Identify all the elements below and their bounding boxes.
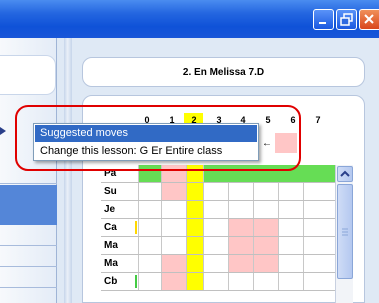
timetable-row: Je bbox=[101, 201, 335, 219]
empty-cell[interactable] bbox=[253, 201, 278, 218]
left-row-divider bbox=[0, 266, 57, 267]
timetable-row: Su bbox=[101, 183, 335, 201]
left-row-divider bbox=[0, 245, 57, 246]
empty-cell[interactable] bbox=[278, 255, 303, 272]
empty-cell[interactable] bbox=[138, 237, 161, 254]
empty-cell[interactable] bbox=[253, 183, 278, 200]
empty-cell[interactable] bbox=[203, 255, 228, 272]
day-label: Ma bbox=[104, 258, 118, 269]
blocked-cell[interactable] bbox=[161, 165, 186, 182]
context-menu: Suggested moves Change this lesson: G Er… bbox=[33, 123, 259, 161]
empty-cell[interactable] bbox=[203, 273, 228, 290]
empty-cell[interactable] bbox=[228, 183, 253, 200]
empty-cell[interactable] bbox=[278, 183, 303, 200]
timetable-row: Ca bbox=[101, 219, 335, 237]
blocked-cell[interactable] bbox=[228, 219, 253, 236]
day-label: Ma bbox=[104, 240, 118, 251]
empty-cell[interactable] bbox=[138, 273, 161, 290]
empty-cell[interactable] bbox=[278, 273, 303, 290]
empty-cell[interactable] bbox=[303, 255, 335, 272]
empty-cell[interactable] bbox=[138, 219, 161, 236]
empty-cell[interactable] bbox=[228, 273, 253, 290]
chevron-up-icon bbox=[340, 170, 350, 177]
empty-cell[interactable] bbox=[278, 201, 303, 218]
day-label: Cb bbox=[104, 276, 118, 287]
highlighted-cell[interactable] bbox=[186, 183, 203, 200]
move-arrow-icon: ← bbox=[262, 138, 272, 149]
empty-cell[interactable] bbox=[278, 219, 303, 236]
timetable-row: Ma bbox=[101, 255, 335, 273]
blocked-cell[interactable] bbox=[228, 237, 253, 254]
empty-cell[interactable] bbox=[278, 237, 303, 254]
empty-cell[interactable] bbox=[303, 219, 335, 236]
timetable-row: Cb bbox=[101, 273, 335, 291]
lesson-cell[interactable] bbox=[138, 165, 161, 182]
blocked-cell[interactable] bbox=[228, 255, 253, 272]
restore-button[interactable] bbox=[336, 9, 357, 30]
class-title: 2. En Melissa 7.D bbox=[182, 66, 265, 78]
blocked-cell[interactable] bbox=[253, 219, 278, 236]
highlighted-cell[interactable] bbox=[186, 165, 203, 182]
grip-icon bbox=[342, 228, 348, 236]
blocked-cell[interactable] bbox=[161, 255, 186, 272]
day-label: Je bbox=[104, 204, 116, 215]
menu-item-suggested-moves[interactable]: Suggested moves bbox=[35, 125, 257, 142]
empty-cell[interactable] bbox=[203, 237, 228, 254]
day-label: Pa bbox=[104, 168, 117, 179]
highlighted-cell[interactable] bbox=[186, 255, 203, 272]
empty-cell[interactable] bbox=[253, 273, 278, 290]
lesson-cell[interactable] bbox=[203, 165, 335, 182]
blocked-cell[interactable] bbox=[253, 255, 278, 272]
lesson-marker bbox=[135, 275, 137, 288]
empty-cell[interactable] bbox=[203, 183, 228, 200]
period-number: 6 bbox=[290, 115, 296, 125]
empty-cell[interactable] bbox=[138, 183, 161, 200]
close-icon bbox=[364, 14, 374, 24]
timetable-row: Pa bbox=[101, 165, 335, 183]
highlighted-cell[interactable] bbox=[186, 201, 203, 218]
empty-cell[interactable] bbox=[203, 201, 228, 218]
timetable-row: Ma bbox=[101, 237, 335, 255]
empty-cell[interactable] bbox=[303, 273, 335, 290]
left-row-divider bbox=[0, 183, 57, 184]
window-titlebar bbox=[0, 0, 379, 38]
scroll-up-button[interactable] bbox=[337, 166, 353, 182]
blocked-cell[interactable] bbox=[253, 237, 278, 254]
empty-cell[interactable] bbox=[138, 255, 161, 272]
empty-cell[interactable] bbox=[303, 201, 335, 218]
minimize-icon bbox=[319, 22, 326, 24]
left-row-divider bbox=[0, 287, 57, 288]
empty-cell[interactable] bbox=[303, 237, 335, 254]
empty-cell[interactable] bbox=[161, 201, 186, 218]
left-panel-header bbox=[0, 55, 56, 95]
menu-item-change-lesson[interactable]: Change this lesson: G Er Entire class bbox=[35, 143, 257, 160]
highlighted-cell[interactable] bbox=[186, 273, 203, 290]
minimize-button[interactable] bbox=[313, 9, 334, 30]
blocked-cell bbox=[275, 133, 297, 153]
empty-cell[interactable] bbox=[303, 183, 335, 200]
class-title-tab[interactable]: 2. En Melissa 7.D bbox=[82, 57, 365, 87]
empty-cell[interactable] bbox=[228, 201, 253, 218]
empty-cell[interactable] bbox=[161, 219, 186, 236]
empty-cell[interactable] bbox=[203, 219, 228, 236]
panel-splitter[interactable] bbox=[64, 38, 72, 303]
restore-icon bbox=[340, 13, 353, 26]
period-number: 5 bbox=[265, 115, 271, 125]
period-number: 7 bbox=[315, 115, 321, 125]
lesson-marker bbox=[135, 221, 137, 234]
timetable-grid: Pa Su Je Ca Ma Ma Cb bbox=[101, 165, 335, 291]
day-label: Ca bbox=[104, 222, 117, 233]
blocked-cell[interactable] bbox=[161, 273, 186, 290]
expand-arrow-icon[interactable] bbox=[0, 127, 6, 135]
day-label: Su bbox=[104, 186, 117, 197]
left-list-selected-item[interactable] bbox=[0, 185, 57, 225]
empty-cell[interactable] bbox=[161, 237, 186, 254]
close-button[interactable] bbox=[359, 9, 379, 30]
highlighted-cell[interactable] bbox=[186, 237, 203, 254]
blocked-cell[interactable] bbox=[161, 183, 186, 200]
highlighted-cell[interactable] bbox=[186, 219, 203, 236]
empty-cell[interactable] bbox=[138, 201, 161, 218]
vertical-scrollbar[interactable] bbox=[335, 165, 353, 303]
scroll-thumb[interactable] bbox=[337, 184, 353, 279]
